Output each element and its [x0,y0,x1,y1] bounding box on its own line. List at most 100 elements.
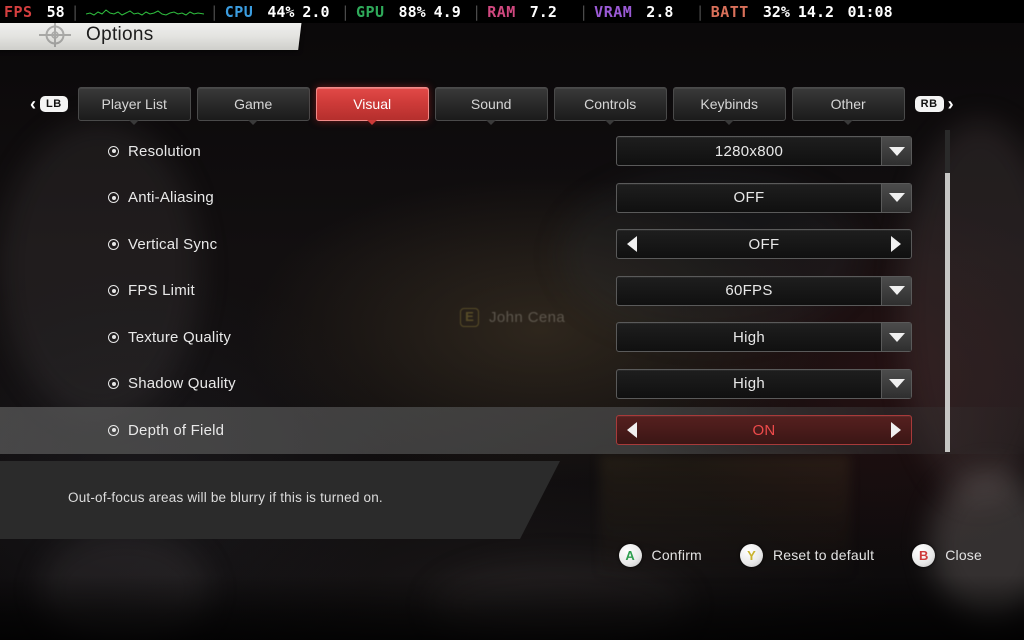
arrow-left-icon[interactable] [617,416,647,444]
setting-label-group: Vertical Sync [108,236,588,253]
setting-value: ON [752,421,776,439]
settings-scrollbar[interactable] [945,130,950,452]
bullet-icon [108,424,119,436]
tab-game[interactable]: Game [196,87,310,121]
arrow-right-icon[interactable] [881,416,911,444]
prompt-confirm[interactable]: A Confirm [618,543,702,567]
arrow-right-icon[interactable] [881,230,911,258]
lb-bumper-badge: LB [40,96,68,112]
prev-tab-group[interactable]: ‹ LB [30,95,68,113]
tab-label: Visual [353,96,392,112]
setting-label: Depth of Field [128,421,225,439]
setting-label-group: Shadow Quality [108,375,588,392]
perf-fps-value: 58 [46,2,65,21]
button-prompt-bar: A Confirm Y Reset to default B Close [0,540,1024,570]
chevron-down-icon[interactable] [881,369,911,398]
tab-player-list[interactable]: Player List [77,87,191,121]
perf-cpu-value: 44% [267,2,295,21]
button-b-icon: B [912,543,936,567]
perf-ram-unit: GiB [556,6,574,17]
setting-label: Shadow Quality [128,375,236,393]
scrollbar-thumb[interactable] [945,173,950,452]
anti-aliasing-dropdown[interactable]: OFF [616,182,912,213]
perf-vram-label: VRAM [594,2,633,21]
tab-label: Game [234,96,273,112]
setting-row-fps-limit[interactable]: FPS Limit 60FPS [0,268,1024,315]
chevron-left-icon: ‹ [30,94,36,114]
tab-keybinds[interactable]: Keybinds [672,87,786,121]
prompt-label: Close [945,547,982,563]
bullet-icon [108,192,119,204]
button-y-icon: Y [739,543,763,567]
chevron-down-icon[interactable] [881,276,911,305]
bullet-icon [108,238,119,250]
resolution-dropdown[interactable]: 1280x800 [616,136,912,167]
perf-vram-value: 2.8 [646,2,674,21]
perf-batt-time: 01:08 [847,2,893,21]
fps-history-graph [85,8,204,16]
setting-label: Resolution [128,142,201,160]
depth-of-field-spinner[interactable]: ON [616,415,912,446]
texture-quality-dropdown[interactable]: High [616,322,912,353]
crosshair-icon [39,23,71,47]
vertical-sync-spinner[interactable]: OFF [616,229,912,260]
chevron-right-icon: › [947,94,954,114]
perf-batt-value: 32% [762,2,790,21]
description-text: Out-of-focus areas will be blurry if thi… [68,490,383,505]
prompt-close[interactable]: B Close [912,543,982,567]
setting-label-group: Texture Quality [108,329,588,346]
perf-cpu-label: CPU [224,2,254,21]
setting-value: 60FPS [725,282,773,300]
setting-row-texture-quality[interactable]: Texture Quality High [0,314,1024,361]
settings-list: Resolution 1280x800 Anti-Aliasing OFF Ve… [0,128,1024,454]
perf-vram-unit: GiB [673,6,690,17]
setting-label-group: Resolution [108,143,588,160]
tab-controls[interactable]: Controls [553,87,667,121]
perf-gpu-power: 4.9 [433,2,461,21]
button-a-icon: A [618,543,642,567]
prompt-reset-to-default[interactable]: Y Reset to default [739,543,875,567]
setting-label-group: FPS Limit [108,282,588,299]
setting-label-group: Depth of Field [108,422,588,439]
performance-overlay: FPS 58 | | CPU 44% 2.0 W | GPU 88% 4.9 W |… [0,0,1024,23]
tab-other[interactable]: Other [791,87,905,121]
setting-label: Vertical Sync [128,235,218,253]
bullet-icon [108,145,119,157]
perf-fps-label: FPS [4,2,33,21]
chevron-down-icon[interactable] [881,137,911,166]
bullet-icon [108,285,119,297]
shadow-quality-dropdown[interactable]: High [616,368,912,399]
perf-cpu-power: 2.0 [302,2,330,21]
setting-row-anti-aliasing[interactable]: Anti-Aliasing OFF [0,175,1024,222]
chevron-down-icon[interactable] [881,323,911,352]
tab-label: Other [830,96,866,112]
fps-limit-dropdown[interactable]: 60FPS [616,275,912,306]
next-tab-group[interactable]: RB › [914,94,954,114]
setting-value: 1280x800 [714,142,784,160]
setting-row-vertical-sync[interactable]: Vertical Sync OFF [0,221,1024,268]
arrow-left-icon[interactable] [617,230,647,258]
tab-sound[interactable]: Sound [434,87,548,121]
chevron-down-icon[interactable] [881,183,911,212]
description-panel: Out-of-focus areas will be blurry if thi… [0,461,1024,539]
setting-value: OFF [733,189,765,207]
setting-row-depth-of-field[interactable]: Depth of Field ON [0,407,1024,454]
setting-row-resolution[interactable]: Resolution 1280x800 [0,128,1024,175]
perf-batt-power: 14.2 [797,2,835,21]
rb-bumper-badge: RB [914,96,944,112]
prompt-label: Confirm [651,547,702,563]
tab-label: Keybinds [700,96,758,112]
prompt-label: Reset to default [772,547,875,563]
tab-label: Sound [470,96,512,112]
tab-label: Player List [101,96,167,112]
setting-value: High [732,328,766,346]
setting-row-shadow-quality[interactable]: Shadow Quality High [0,361,1024,408]
perf-batt-power-unit: W [834,6,840,17]
perf-batt-label: BATT [710,2,749,21]
setting-value: OFF [748,235,780,253]
setting-value: High [732,375,766,393]
setting-label: Anti-Aliasing [128,189,214,207]
bullet-icon [108,331,119,343]
perf-gpu-label: GPU [355,2,385,21]
tab-visual[interactable]: Visual [315,87,429,121]
